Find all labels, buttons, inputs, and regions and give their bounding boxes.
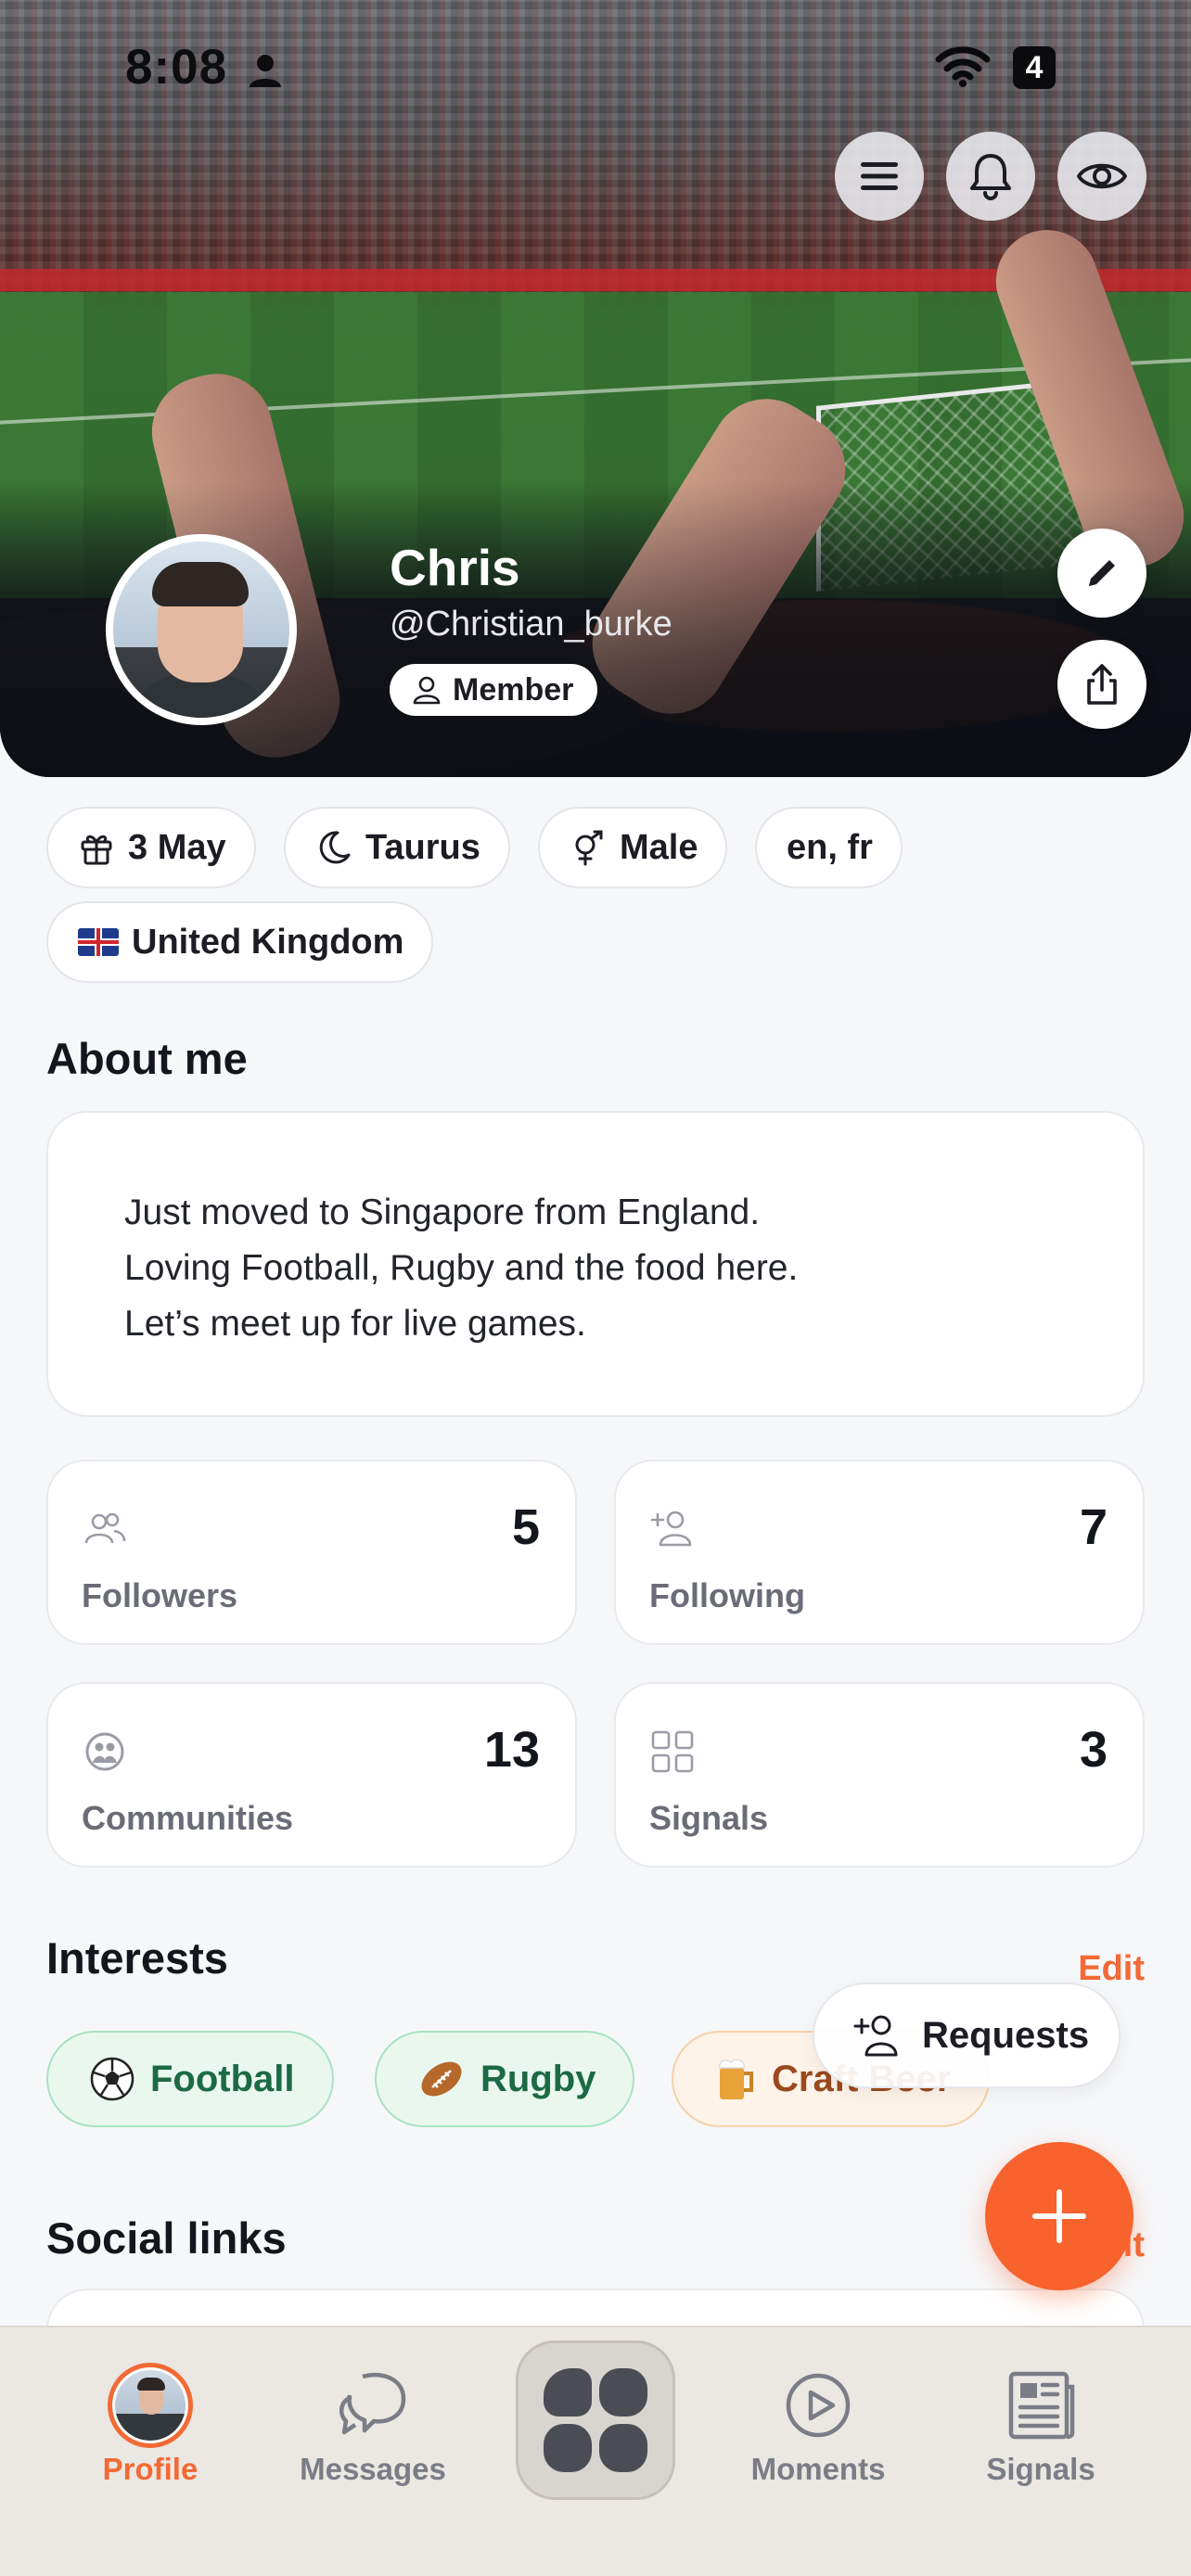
avatar: [108, 2363, 193, 2448]
country-label: United Kingdom: [132, 922, 404, 962]
gift-icon: [81, 835, 112, 865]
tab-label: Moments: [750, 2452, 886, 2486]
about-text-line: Just moved to Singapore from England.: [124, 1192, 761, 1232]
gender-chip: Male: [538, 807, 728, 888]
interest-label: Football: [150, 2058, 295, 2099]
gender-label: Male: [620, 827, 698, 867]
add-person-icon: [650, 1511, 692, 1547]
soccer-ball-icon: [90, 2057, 134, 2101]
interest-chip-rugby[interactable]: Rugby: [375, 2031, 635, 2127]
tab-label: Profile: [102, 2452, 198, 2486]
signals-count: 3: [1079, 1722, 1108, 1778]
menu-icon: [861, 162, 898, 190]
apps-grid-icon: [544, 2368, 647, 2472]
eye-icon: [1077, 163, 1127, 189]
share-icon: [1087, 664, 1117, 705]
beer-mug-icon: [719, 2059, 753, 2099]
interests-title: Interests: [46, 1933, 228, 1983]
tab-home-grid[interactable]: [516, 2340, 675, 2500]
zodiac-label: Taurus: [365, 827, 480, 867]
social-links-title: Social links: [46, 2213, 287, 2263]
notifications-button[interactable]: [946, 132, 1035, 221]
pencil-icon: [1089, 560, 1115, 586]
requests-button[interactable]: Requests: [813, 1983, 1121, 2088]
following-card[interactable]: 7 Following: [614, 1460, 1145, 1645]
wifi-icon: [935, 46, 991, 87]
tab-label: Signals: [986, 2452, 1095, 2486]
menu-button[interactable]: [835, 132, 924, 221]
member-badge: Member: [390, 664, 598, 716]
followers-card[interactable]: 5 Followers: [46, 1460, 577, 1645]
add-button[interactable]: [985, 2142, 1133, 2290]
communities-icon: [85, 1732, 124, 1771]
languages-chip: en, fr: [755, 807, 903, 888]
newspaper-icon: [1008, 2371, 1075, 2440]
followers-icon: [84, 1512, 126, 1544]
about-text-line: Loving Football, Rugby and the food here…: [124, 1248, 799, 1288]
about-text-line: Let’s meet up for live games.: [124, 1304, 586, 1344]
add-person-icon: [853, 2015, 898, 2057]
grid-icon: [651, 1730, 694, 1773]
member-badge-label: Member: [453, 671, 574, 708]
communities-card[interactable]: 13 Communities: [46, 1682, 577, 1868]
moon-icon: [319, 831, 351, 864]
zodiac-chip: Taurus: [284, 807, 510, 888]
interest-chip-football[interactable]: Football: [46, 2031, 334, 2127]
plus-icon: [1032, 2189, 1086, 2243]
tab-messages[interactable]: Messages: [280, 2363, 466, 2487]
visibility-button[interactable]: [1057, 132, 1146, 221]
birthday-chip: 3 May: [46, 807, 256, 888]
communities-label: Communities: [82, 1799, 294, 1837]
battery-icon: 4: [1013, 46, 1056, 89]
status-bar: 8:08 4: [0, 0, 1191, 139]
followers-label: Followers: [82, 1576, 238, 1614]
tab-moments[interactable]: Moments: [725, 2363, 911, 2487]
about-title: About me: [46, 1034, 248, 1083]
chat-bubbles-icon: [339, 2372, 406, 2435]
person-status-icon: [250, 55, 281, 87]
country-chip: United Kingdom: [46, 901, 434, 983]
followers-count: 5: [511, 1499, 540, 1555]
profile-avatar[interactable]: [106, 534, 297, 725]
languages-label: en, fr: [787, 827, 873, 867]
share-button[interactable]: [1057, 640, 1146, 729]
status-time: 8:08: [125, 40, 228, 95]
following-label: Following: [649, 1576, 805, 1614]
communities-count: 13: [483, 1722, 540, 1778]
bell-icon: [970, 154, 1011, 200]
requests-label: Requests: [922, 2014, 1090, 2056]
profile-handle: @Christian_burke: [390, 605, 672, 644]
person-icon: [413, 676, 441, 705]
tab-label: Messages: [300, 2452, 446, 2486]
birthday-label: 3 May: [128, 827, 226, 867]
rugby-ball-icon: [421, 2061, 462, 2097]
uk-flag-icon: [78, 928, 119, 956]
tab-signals[interactable]: Signals: [948, 2363, 1133, 2487]
following-count: 7: [1079, 1499, 1108, 1555]
play-circle-icon: [786, 2373, 851, 2438]
profile-name: Chris: [390, 539, 520, 596]
signals-label: Signals: [649, 1799, 769, 1837]
interest-label: Rugby: [480, 2058, 596, 2099]
gender-icon: [575, 830, 603, 866]
edit-profile-button[interactable]: [1057, 529, 1146, 618]
signals-card[interactable]: 3 Signals: [614, 1682, 1145, 1868]
edit-interests-link[interactable]: Edit: [1078, 1949, 1145, 1989]
about-card: Just moved to Singapore from England. Lo…: [46, 1111, 1145, 1417]
tab-profile[interactable]: Profile: [58, 2363, 243, 2487]
